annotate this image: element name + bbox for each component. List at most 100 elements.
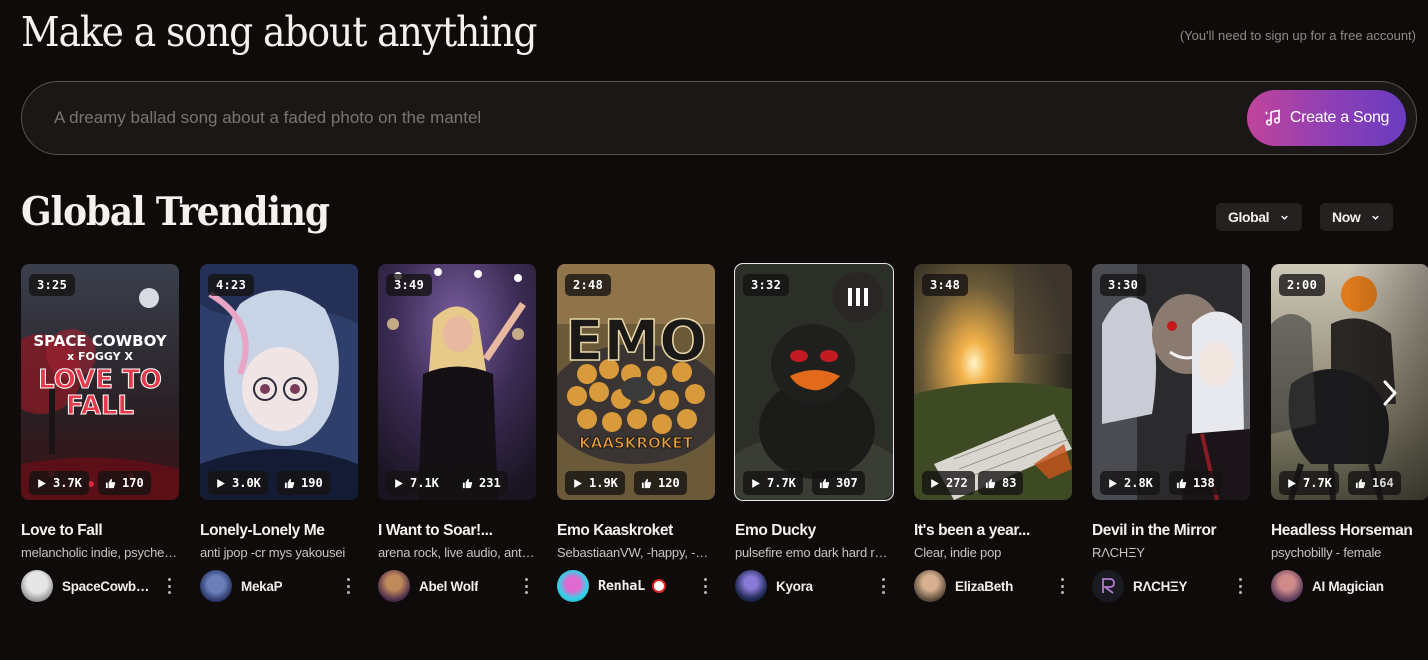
author-name[interactable]: RenhaL — [598, 578, 645, 594]
more-options-button[interactable] — [1238, 578, 1242, 594]
song-title[interactable]: I Want to Soar!... — [378, 522, 548, 540]
like-count[interactable]: 83 — [978, 471, 1024, 495]
song-author: Kyora — [735, 570, 893, 602]
song-card[interactable]: SPACE COWBOY x FOGGY X LOVE TO FALL 3:25… — [21, 264, 179, 602]
play-icon — [1109, 478, 1117, 488]
song-cover[interactable]: 3:32 7.7K 307 — [734, 263, 894, 501]
song-prompt-input[interactable] — [54, 82, 1154, 154]
avatar[interactable] — [1271, 570, 1303, 602]
author-name[interactable]: Abel Wolf — [419, 579, 478, 594]
song-title[interactable]: Lonely-Lonely Me — [200, 522, 370, 540]
cover-art: SPACE COWBOY x FOGGY X LOVE TO FALL — [21, 264, 179, 500]
song-title[interactable]: It's been a year... — [914, 522, 1084, 540]
carousel-next-button[interactable] — [1348, 258, 1428, 528]
song-card[interactable]: 4:23 3.0K 190 Lonely-Lonely Me anti jpop… — [200, 264, 358, 602]
song-style: melancholic indie, psychedelic — [21, 545, 179, 560]
thumbs-up-icon — [105, 478, 116, 488]
play-count: 1.9K — [565, 471, 625, 495]
avatar[interactable] — [557, 570, 589, 602]
song-cover[interactable]: SPACE COWBOY x FOGGY X LOVE TO FALL 3:25… — [21, 264, 179, 500]
play-icon — [752, 478, 760, 488]
song-title[interactable]: Emo Kaaskroket — [557, 522, 727, 540]
thumbs-up-icon — [462, 478, 473, 488]
song-card[interactable]: 3:30 2.8K 138 Devil in the Mirror RΛCHΞY… — [1092, 264, 1250, 602]
avatar[interactable] — [1092, 570, 1124, 602]
song-cover[interactable]: 3:48 272 83 — [914, 264, 1072, 500]
song-title[interactable]: Emo Ducky — [735, 522, 905, 540]
more-options-button[interactable] — [881, 578, 885, 594]
song-card[interactable]: EMO KAASKROKET 2:48 1.9K 120 Emo Kaaskro… — [557, 264, 715, 602]
play-count-value: 2.8K — [1124, 476, 1153, 490]
song-style: anti jpop -cr mys yakousei — [200, 545, 346, 560]
more-options-button[interactable] — [346, 578, 350, 594]
section-title: Global Trending — [21, 189, 330, 235]
avatar[interactable] — [21, 570, 53, 602]
play-icon — [574, 478, 582, 488]
more-options-button[interactable] — [167, 578, 171, 594]
like-count-value: 190 — [301, 476, 323, 490]
time-filter-dropdown[interactable]: Now — [1320, 203, 1394, 231]
play-count: 7.1K — [386, 471, 446, 495]
more-options-button[interactable] — [703, 578, 707, 594]
song-cover[interactable]: EMO KAASKROKET 2:48 1.9K 120 — [557, 264, 715, 500]
rachey-logo-icon — [1102, 578, 1115, 594]
song-card[interactable]: 3:49 7.1K 231 I Want to Soar!... arena r… — [378, 264, 536, 602]
song-card[interactable]: 3:32 7.7K 307 Emo Ducky pulsefire emo da… — [734, 263, 894, 602]
more-options-button[interactable] — [1060, 578, 1064, 594]
avatar[interactable] — [735, 570, 767, 602]
thumbs-up-icon — [1176, 478, 1187, 488]
duration-badge: 2:48 — [565, 274, 612, 296]
play-icon — [217, 478, 225, 488]
song-author: Abel Wolf — [378, 570, 536, 602]
chevron-down-icon — [1372, 215, 1380, 220]
author-name[interactable]: MekaP — [241, 579, 282, 594]
avatar[interactable] — [914, 570, 946, 602]
song-title[interactable]: Devil in the Mirror — [1092, 522, 1262, 540]
region-filter-dropdown[interactable]: Global — [1216, 203, 1303, 231]
more-options-button[interactable] — [524, 578, 528, 594]
avatar[interactable] — [200, 570, 232, 602]
play-count-value: 7.1K — [410, 476, 439, 490]
duration-badge: 3:30 — [1100, 274, 1147, 296]
song-style: psychobilly - female — [1271, 545, 1382, 560]
like-count[interactable]: 307 — [812, 471, 865, 495]
song-style: arena rock, live audio, anthem — [378, 545, 536, 560]
like-count-value: 231 — [479, 476, 501, 490]
play-icon — [395, 478, 403, 488]
pause-icon — [848, 288, 852, 306]
author-name[interactable]: Kyora — [776, 579, 813, 594]
like-count[interactable]: 138 — [1169, 471, 1222, 495]
like-count[interactable]: 231 — [455, 471, 508, 495]
play-count: 7.7K — [1279, 471, 1339, 495]
song-cover[interactable]: 4:23 3.0K 190 — [200, 264, 358, 500]
play-count-value: 1.9K — [589, 476, 618, 490]
song-cover[interactable]: 3:30 2.8K 138 — [1092, 264, 1250, 500]
duration-badge: 3:48 — [922, 274, 969, 296]
cover-text-line: KAASKROKET — [579, 434, 693, 452]
author-name[interactable]: ElizaBeth — [955, 579, 1013, 594]
chevron-right-icon — [1383, 380, 1397, 406]
page-title: Make a song about anything — [21, 8, 537, 56]
like-count[interactable]: 190 — [277, 471, 330, 495]
thumbs-up-icon — [985, 478, 996, 488]
song-prompt-bar: Create a Song — [21, 81, 1417, 155]
song-author: ElizaBeth — [914, 570, 1072, 602]
song-card[interactable]: 3:48 272 83 It's been a year... Clear, i… — [914, 264, 1072, 602]
author-name[interactable]: SpaceCowboy — [62, 579, 150, 594]
author-name[interactable]: RΛCHΞY — [1133, 579, 1187, 594]
song-title[interactable]: Love to Fall — [21, 522, 191, 540]
create-song-button[interactable]: Create a Song — [1247, 90, 1406, 146]
avatar[interactable] — [378, 570, 410, 602]
pause-button[interactable] — [833, 272, 883, 322]
thumbs-up-icon — [284, 478, 295, 488]
song-cover[interactable]: 3:49 7.1K 231 — [378, 264, 536, 500]
author-name[interactable]: AI Magician — [1312, 579, 1384, 594]
cover-art: EMO KAASKROKET — [557, 264, 715, 500]
like-count[interactable]: 120 — [634, 471, 687, 495]
song-style: Clear, indie pop — [914, 545, 1002, 560]
play-icon — [931, 478, 939, 488]
cover-art — [1092, 264, 1250, 500]
song-author: SpaceCowboy — [21, 570, 179, 602]
like-count[interactable]: 170 — [98, 471, 151, 495]
song-style: pulsefire emo dark hard rock — [735, 545, 893, 560]
